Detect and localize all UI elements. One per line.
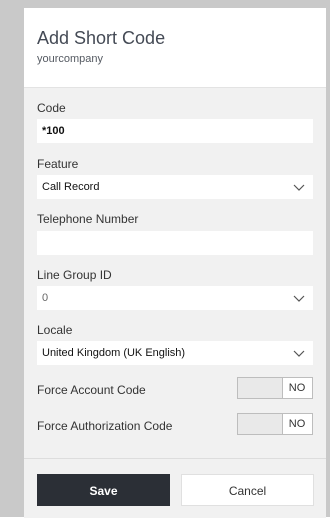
telephone-number-label: Telephone Number xyxy=(37,212,139,226)
cancel-button[interactable]: Cancel xyxy=(181,474,314,506)
dialog-body: Code *100 Feature Call Record Telephone … xyxy=(24,88,326,458)
toggle-track xyxy=(238,414,283,434)
dialog-title: Add Short Code xyxy=(37,28,166,48)
force-account-code-toggle[interactable]: NO xyxy=(237,377,313,399)
line-group-id-select[interactable]: 0 xyxy=(37,286,313,310)
add-short-code-dialog: Add Short Code yourcompany Code *100 Fea… xyxy=(24,8,326,518)
app-frame: Add Short Code yourcompany Code *100 Fea… xyxy=(0,0,330,518)
save-button[interactable]: Save xyxy=(37,474,170,506)
force-authorization-code-toggle[interactable]: NO xyxy=(237,413,313,435)
line-group-id-value: 0 xyxy=(42,292,49,304)
chevron-down-icon xyxy=(293,350,305,357)
feature-value: Call Record xyxy=(42,181,100,193)
locale-value: United Kingdom (UK English) xyxy=(42,347,186,359)
locale-label: Locale xyxy=(37,323,73,337)
code-label: Code xyxy=(37,101,66,115)
toggle-state: NO xyxy=(288,418,306,430)
chevron-down-icon xyxy=(293,295,305,302)
dialog-header: Add Short Code yourcompany xyxy=(24,8,326,88)
force-authorization-code-label: Force Authorization Code xyxy=(37,419,173,433)
locale-select[interactable]: United Kingdom (UK English) xyxy=(37,341,313,365)
dialog-footer: Save Cancel xyxy=(24,458,326,518)
line-group-id-label: Line Group ID xyxy=(37,268,112,282)
feature-label: Feature xyxy=(37,157,79,171)
dialog-subtitle: yourcompany xyxy=(37,53,104,65)
force-account-code-label: Force Account Code xyxy=(37,383,146,397)
telephone-number-input[interactable] xyxy=(37,231,313,255)
toggle-track xyxy=(238,378,283,398)
code-input[interactable]: *100 xyxy=(37,119,313,143)
feature-select[interactable]: Call Record xyxy=(37,175,313,199)
code-value: *100 xyxy=(42,125,65,137)
chevron-down-icon xyxy=(293,184,305,191)
toggle-state: NO xyxy=(288,382,306,394)
